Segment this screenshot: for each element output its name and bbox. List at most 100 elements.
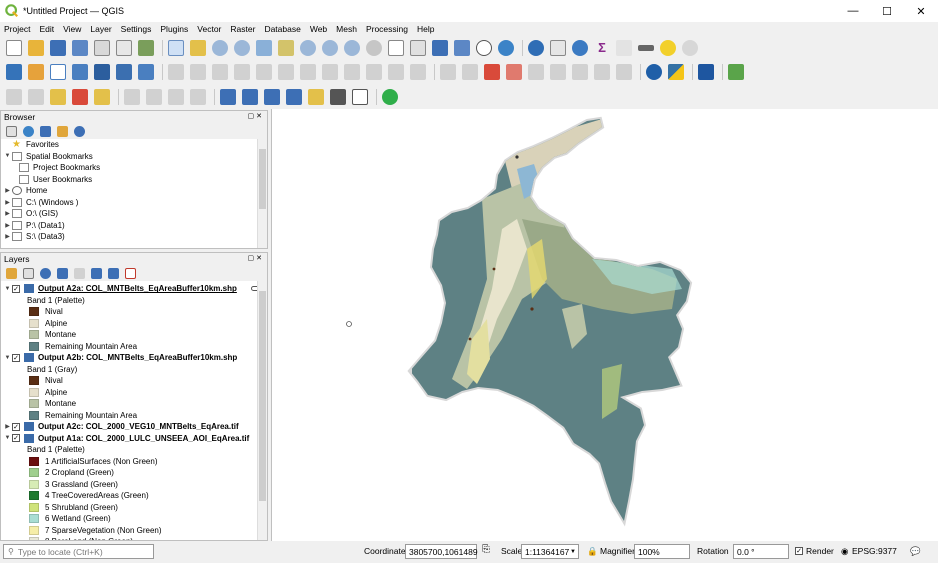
share-icon[interactable] bbox=[382, 89, 398, 105]
menu-view[interactable]: View bbox=[63, 24, 81, 34]
minimize-button[interactable]: — bbox=[836, 0, 870, 22]
rotation-spinbox[interactable]: 0.0 ° bbox=[733, 544, 789, 559]
move-diagram-icon[interactable] bbox=[616, 64, 632, 80]
toggle-extents-icon[interactable]: ⎘ bbox=[482, 544, 490, 555]
zoom-to-layer-icon[interactable] bbox=[300, 40, 316, 56]
paste-features-icon[interactable] bbox=[366, 64, 382, 80]
pin-labels-icon[interactable] bbox=[462, 64, 478, 80]
remove-layer-icon[interactable] bbox=[125, 267, 136, 279]
browser-item-home[interactable]: ▶ Home bbox=[3, 185, 267, 197]
filter-legend-icon[interactable] bbox=[57, 267, 68, 279]
menu-help[interactable]: Help bbox=[417, 24, 434, 34]
layer-visibility-checkbox[interactable]: ✓ bbox=[12, 434, 20, 443]
measure-line-icon[interactable] bbox=[638, 45, 654, 51]
new-project-icon[interactable] bbox=[6, 40, 22, 56]
close-button[interactable]: ✕ bbox=[904, 0, 938, 22]
properties-icon[interactable] bbox=[74, 125, 85, 137]
layer-visibility-checkbox[interactable]: ✓ bbox=[12, 284, 20, 293]
browser-scrollbar[interactable] bbox=[257, 139, 267, 248]
new-map-view-icon[interactable] bbox=[388, 40, 404, 56]
collapse-all-icon[interactable] bbox=[57, 125, 68, 137]
menu-edit[interactable]: Edit bbox=[39, 24, 54, 34]
annotation-select-icon[interactable] bbox=[242, 89, 258, 105]
crs-icon[interactable]: ◉ bbox=[841, 546, 848, 557]
shape-digitize-icon[interactable] bbox=[28, 89, 44, 105]
refresh-icon[interactable] bbox=[498, 40, 514, 56]
layer-a2b[interactable]: ▼ ✓ Output A2b: COL_MNTBelts_EqAreaBuffe… bbox=[3, 352, 267, 364]
browser-item-drive-s[interactable]: ▶ S:\ (Data3) bbox=[3, 231, 267, 243]
save-project-icon[interactable] bbox=[50, 40, 66, 56]
processing-toolbox-icon[interactable] bbox=[572, 40, 588, 56]
split-features-icon[interactable] bbox=[124, 89, 140, 105]
browser-item-drive-p[interactable]: ▶ P:\ (Data1) bbox=[3, 220, 267, 232]
add-delimited-text-icon[interactable] bbox=[116, 64, 132, 80]
advanced-digitize-icon[interactable] bbox=[6, 89, 22, 105]
layer-visibility-checkbox[interactable]: ✓ bbox=[12, 422, 20, 431]
open-table-icon[interactable] bbox=[616, 40, 632, 56]
add-raster-icon[interactable] bbox=[72, 64, 88, 80]
add-group-icon[interactable] bbox=[23, 267, 34, 279]
show-bookmarks-icon[interactable] bbox=[454, 40, 470, 56]
python-console-icon[interactable] bbox=[668, 64, 684, 80]
merge-features-icon[interactable] bbox=[146, 89, 162, 105]
georeferencer-icon[interactable] bbox=[646, 64, 662, 80]
identify-features-icon[interactable] bbox=[528, 40, 544, 56]
browser-item-drive-o[interactable]: ▶ O:\ (GIS) bbox=[3, 208, 267, 220]
render-checkbox[interactable]: ✓ bbox=[795, 547, 803, 555]
vertex-tool-icon[interactable] bbox=[256, 64, 272, 80]
browser-item-spatial-bookmarks[interactable]: ▼ Spatial Bookmarks bbox=[3, 151, 267, 163]
data-source-manager-icon[interactable] bbox=[6, 64, 22, 80]
crs-label[interactable]: EPSG:9377 bbox=[852, 546, 897, 556]
new-3d-view-icon[interactable] bbox=[410, 40, 426, 56]
browser-item-drive-c[interactable]: ▶ C:\ (Windows ) bbox=[3, 197, 267, 209]
select-features-icon[interactable] bbox=[50, 89, 66, 105]
menu-project[interactable]: Project bbox=[4, 24, 30, 34]
lock-scale-icon[interactable]: 🔒 bbox=[587, 546, 598, 557]
dock-float-close-icon[interactable]: ▢✕ bbox=[248, 254, 264, 262]
zoom-to-selection-icon[interactable] bbox=[278, 40, 294, 56]
layers-scroll-thumb[interactable] bbox=[259, 291, 266, 501]
dock-float-close-icon[interactable]: ▢✕ bbox=[248, 112, 264, 120]
toggle-editing-icon[interactable] bbox=[190, 64, 206, 80]
label-text-icon[interactable] bbox=[330, 89, 346, 105]
label-tool-icon[interactable] bbox=[440, 64, 456, 80]
colombia-map[interactable] bbox=[272, 109, 938, 541]
show-layout-manager-icon[interactable] bbox=[116, 40, 132, 56]
messages-icon[interactable]: 💬 bbox=[910, 546, 921, 557]
scale-combo[interactable]: 1:11364167 ▼ bbox=[521, 544, 579, 559]
browser-item-project-bookmarks[interactable]: Project Bookmarks bbox=[3, 162, 267, 174]
menu-mesh[interactable]: Mesh bbox=[336, 24, 357, 34]
add-vector-icon[interactable] bbox=[50, 64, 66, 80]
expand-all-icon[interactable] bbox=[91, 267, 102, 279]
reshape-features-icon[interactable] bbox=[168, 89, 184, 105]
add-virtual-layer-icon[interactable] bbox=[138, 64, 154, 80]
modify-attributes-icon[interactable] bbox=[278, 64, 294, 80]
zoom-next-icon[interactable] bbox=[366, 40, 382, 56]
snapping-icon[interactable] bbox=[264, 89, 280, 105]
change-label-icon[interactable] bbox=[572, 64, 588, 80]
node-tool-icon[interactable] bbox=[286, 89, 302, 105]
add-mesh-icon[interactable] bbox=[94, 64, 110, 80]
select-by-value-icon[interactable] bbox=[94, 89, 110, 105]
coordinate-field[interactable]: 3805700,1061489 bbox=[405, 544, 478, 559]
help-icon[interactable] bbox=[698, 64, 714, 80]
browser-item-user-bookmarks[interactable]: User Bookmarks bbox=[3, 174, 267, 186]
browser-item-favorites[interactable]: ★ Favorites bbox=[3, 139, 267, 151]
zoom-out-icon[interactable] bbox=[234, 40, 250, 56]
attribute-table-icon[interactable] bbox=[550, 40, 566, 56]
temporal-controller-icon[interactable] bbox=[476, 40, 492, 56]
locator-icon[interactable] bbox=[682, 40, 698, 56]
menu-plugins[interactable]: Plugins bbox=[160, 24, 188, 34]
menu-web[interactable]: Web bbox=[310, 24, 327, 34]
pan-to-selection-icon[interactable] bbox=[190, 40, 206, 56]
map-tips-icon[interactable] bbox=[660, 40, 676, 56]
menu-settings[interactable]: Settings bbox=[121, 24, 152, 34]
rotate-label-icon[interactable] bbox=[550, 64, 566, 80]
undo-icon[interactable] bbox=[388, 64, 404, 80]
plugin-reload-icon[interactable] bbox=[728, 64, 744, 80]
menu-database[interactable]: Database bbox=[264, 24, 300, 34]
save-edits-icon[interactable] bbox=[212, 64, 228, 80]
add-layer-icon[interactable] bbox=[6, 125, 17, 137]
new-print-layout-icon[interactable] bbox=[94, 40, 110, 56]
digitize-icon[interactable] bbox=[234, 64, 250, 80]
